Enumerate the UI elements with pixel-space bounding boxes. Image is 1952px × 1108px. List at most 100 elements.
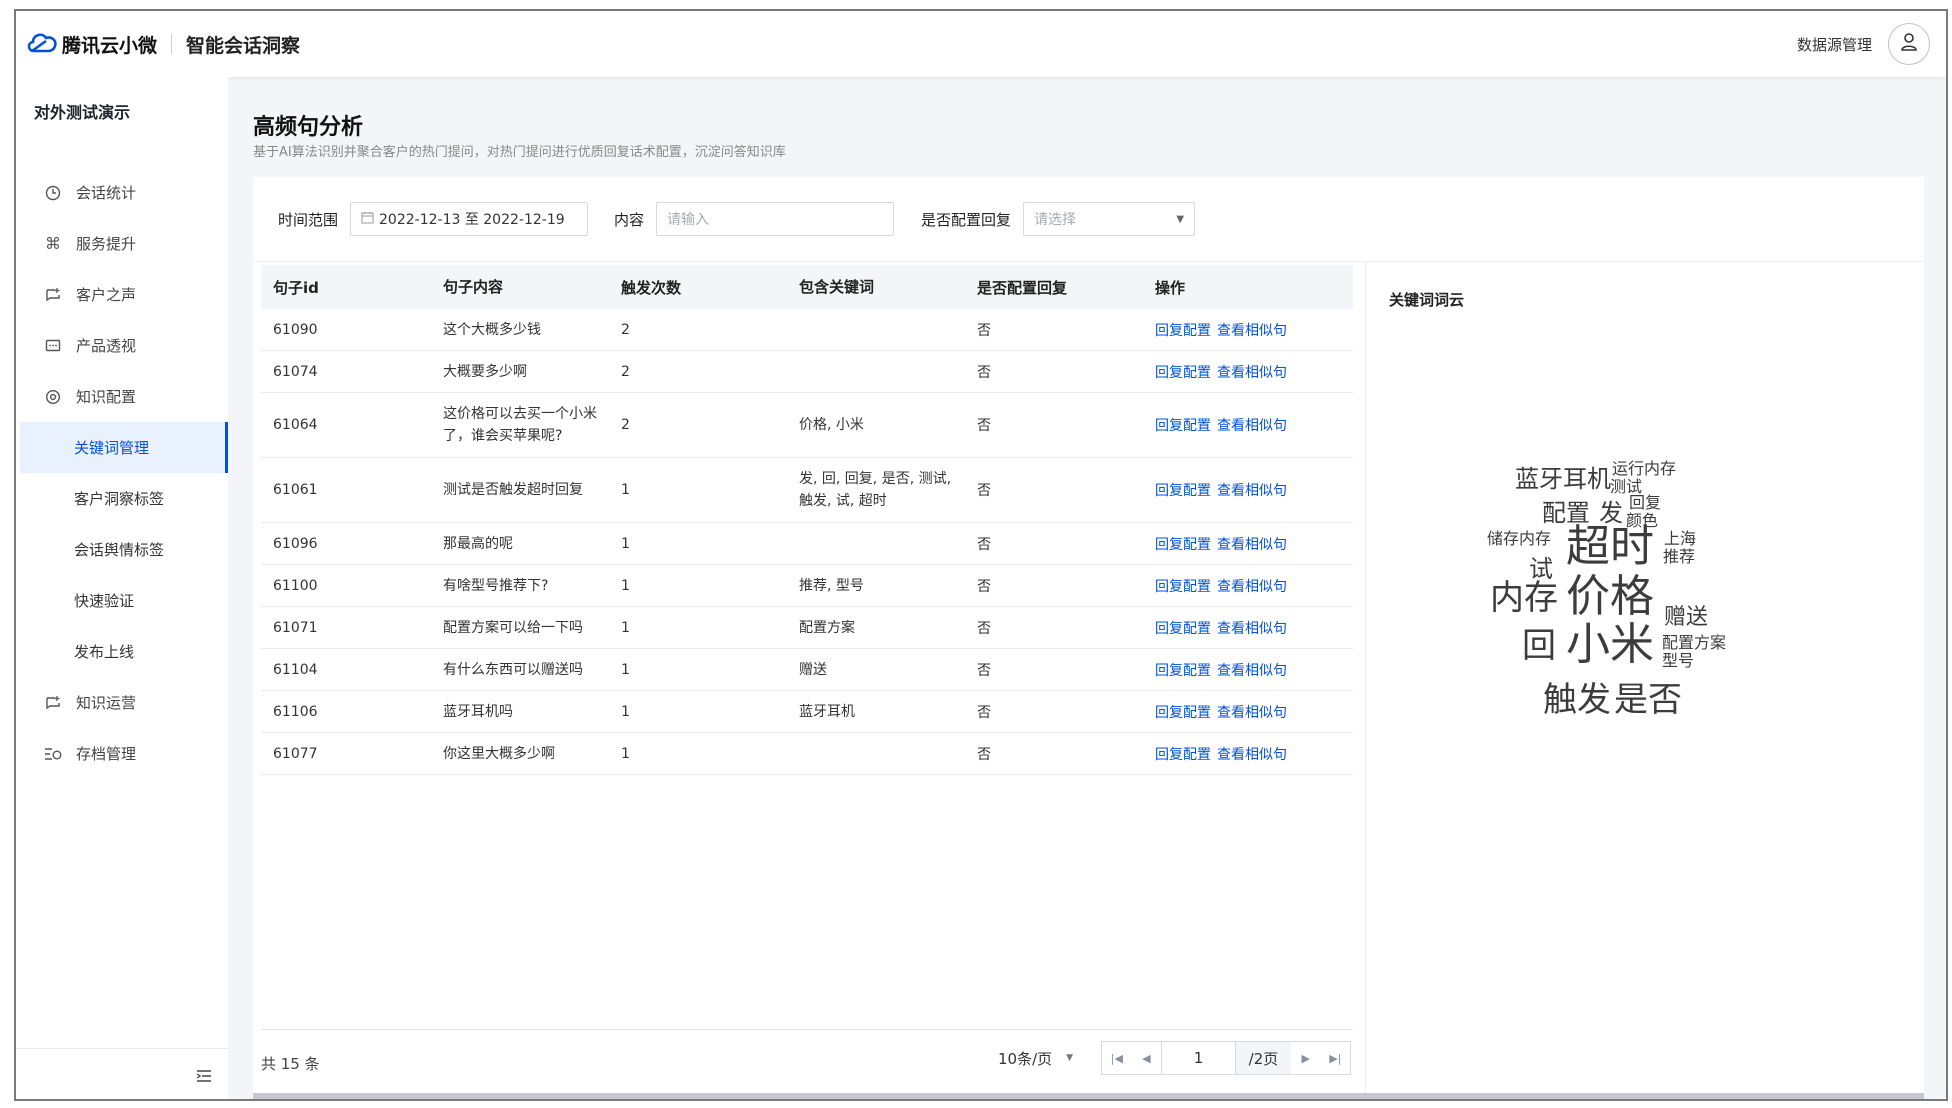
- header-divider: [171, 34, 173, 54]
- view-similar-link[interactable]: 查看相似句: [1217, 418, 1287, 434]
- sidebar-item-label: 会话舆情标签: [74, 541, 165, 559]
- cell-actions: 回复配置 查看相似句: [1155, 618, 1353, 638]
- cell-id: 61061: [273, 482, 318, 498]
- next-page-icon: ▶: [1301, 1051, 1311, 1065]
- brand-logo[interactable]: 腾讯云小微: [26, 29, 157, 59]
- col-header-count: 触发次数: [621, 278, 682, 297]
- view-similar-link[interactable]: 查看相似句: [1217, 323, 1287, 339]
- view-similar-link[interactable]: 查看相似句: [1217, 537, 1287, 553]
- cell-configured: 否: [977, 746, 991, 763]
- cell-content: 大概要多少啊: [443, 363, 527, 380]
- sidebar-item-label: 产品透视: [76, 337, 137, 355]
- reply-config-link[interactable]: 回复配置: [1155, 579, 1211, 595]
- cell-configured: 否: [977, 620, 991, 637]
- user-avatar-button[interactable]: [1888, 23, 1930, 65]
- col-header-actions: 操作: [1155, 278, 1186, 297]
- archive-icon: [44, 745, 62, 763]
- cell-actions: 回复配置 查看相似句: [1155, 362, 1353, 382]
- horizontal-scrollbar[interactable]: [253, 1093, 1924, 1099]
- page-number-input[interactable]: 1: [1161, 1042, 1235, 1074]
- reply-config-link[interactable]: 回复配置: [1155, 537, 1211, 553]
- cell-count: 2: [621, 321, 630, 338]
- cell-count: 1: [621, 577, 630, 594]
- table-footer-divider: [261, 1029, 1353, 1030]
- cell-configured: 否: [977, 578, 991, 595]
- cell-count: 1: [621, 482, 630, 498]
- view-similar-link[interactable]: 查看相似句: [1217, 483, 1287, 499]
- view-similar-link[interactable]: 查看相似句: [1217, 365, 1287, 381]
- cell-actions: 回复配置 查看相似句: [1155, 415, 1353, 435]
- view-similar-link[interactable]: 查看相似句: [1217, 663, 1287, 679]
- view-similar-link[interactable]: 查看相似句: [1217, 579, 1287, 595]
- sidebar-item-knowledge-ops[interactable]: 知识运营: [16, 677, 228, 728]
- last-page-button[interactable]: ▶|: [1321, 1041, 1351, 1075]
- sidebar-item-label: 关键词管理: [74, 439, 150, 457]
- sidebar-item-session-stats[interactable]: 会话统计: [16, 167, 228, 218]
- sidebar-item-sentiment-tags[interactable]: 会话舆情标签: [16, 524, 228, 575]
- cell-actions: 回复配置 查看相似句: [1155, 744, 1353, 764]
- next-page-button[interactable]: ▶: [1291, 1041, 1321, 1075]
- cell-count: 1: [621, 535, 630, 552]
- cell-count: 1: [621, 661, 630, 678]
- content-input[interactable]: 请输入: [656, 202, 895, 236]
- sidebar-item-product-insight[interactable]: 产品透视: [16, 320, 228, 371]
- user-icon: [1900, 32, 1918, 56]
- cell-actions: 回复配置 查看相似句: [1155, 660, 1353, 680]
- sidebar-item-label: 客户之声: [76, 286, 137, 304]
- sidebar-item-keyword-management[interactable]: 关键词管理: [20, 422, 228, 473]
- page-title: 高频句分析: [253, 115, 364, 140]
- cell-count: 1: [621, 703, 630, 720]
- cell-configured: 否: [977, 322, 991, 339]
- cell-configured: 否: [977, 418, 991, 434]
- page-size-select[interactable]: 10条/页 ▼: [998, 1048, 1073, 1069]
- cell-actions: 回复配置 查看相似句: [1155, 702, 1353, 722]
- cell-keywords: 蓝牙耳机: [799, 703, 855, 720]
- sidebar-item-quick-verify[interactable]: 快速验证: [16, 575, 228, 626]
- cell-actions: 回复配置 查看相似句: [1155, 534, 1353, 554]
- reply-config-link[interactable]: 回复配置: [1155, 705, 1211, 721]
- cell-actions: 回复配置 查看相似句: [1155, 576, 1353, 596]
- cloud-word: 回: [1522, 626, 1556, 666]
- reply-config-link[interactable]: 回复配置: [1155, 621, 1211, 637]
- sidebar-item-label: 知识运营: [76, 694, 137, 712]
- cell-content: 这个大概多少钱: [443, 321, 541, 338]
- filter-bar: 时间范围 2022-12-13 至 2022-12-19 内容 请输入 是否配置…: [253, 177, 1353, 261]
- cell-id: 61077: [273, 745, 318, 762]
- reply-config-link[interactable]: 回复配置: [1155, 365, 1211, 381]
- cell-configured: 否: [977, 364, 991, 381]
- brand-name: 腾讯云小微: [62, 34, 158, 57]
- reply-config-link[interactable]: 回复配置: [1155, 418, 1211, 434]
- view-similar-link[interactable]: 查看相似句: [1217, 747, 1287, 763]
- message-icon: [44, 337, 62, 355]
- cell-count: 1: [621, 745, 630, 762]
- cloud-word: 价格: [1566, 571, 1654, 622]
- chat-icon: [44, 286, 62, 304]
- sidebar-item-service[interactable]: ⌘ 服务提升: [16, 218, 228, 269]
- reply-config-select[interactable]: 请选择 ▼: [1023, 202, 1196, 236]
- sidebar-item-archive[interactable]: 存档管理: [16, 728, 228, 779]
- cloud-word: 回复: [1629, 493, 1662, 512]
- table-row: 61061 测试是否触发超时回复 1 发, 回, 回复, 是否, 测试, 触发, 试,…: [261, 458, 1353, 523]
- sidebar-item-customer-tags[interactable]: 客户洞察标签: [16, 473, 228, 524]
- col-header-configured: 是否配置回复: [977, 278, 1068, 297]
- reply-config-link[interactable]: 回复配置: [1155, 323, 1211, 339]
- sidebar-item-customer-voice[interactable]: 客户之声: [16, 269, 228, 320]
- time-range-value: 2022-12-13 至 2022-12-19: [379, 212, 565, 228]
- sidebar-item-knowledge-config[interactable]: 知识配置: [16, 371, 228, 422]
- cell-configured: 否: [977, 662, 991, 679]
- first-page-button[interactable]: |◀: [1102, 1041, 1132, 1075]
- reply-config-link[interactable]: 回复配置: [1155, 747, 1211, 763]
- view-similar-link[interactable]: 查看相似句: [1217, 621, 1287, 637]
- prev-page-button[interactable]: ◀: [1132, 1041, 1162, 1075]
- reply-config-link[interactable]: 回复配置: [1155, 483, 1211, 499]
- reply-config-link[interactable]: 回复配置: [1155, 663, 1211, 679]
- calendar-icon: [361, 211, 374, 228]
- sidebar-item-publish[interactable]: 发布上线: [16, 626, 228, 677]
- cell-count: 1: [621, 619, 630, 636]
- datasource-link[interactable]: 数据源管理: [1797, 34, 1872, 55]
- view-similar-link[interactable]: 查看相似句: [1217, 705, 1287, 721]
- collapse-sidebar-button[interactable]: [196, 1068, 212, 1087]
- pager-controls: |◀ ◀ 1 /2页 ▶ ▶|: [1101, 1041, 1352, 1075]
- cell-keywords: 赠送: [799, 661, 827, 678]
- time-range-picker[interactable]: 2022-12-13 至 2022-12-19: [350, 202, 589, 236]
